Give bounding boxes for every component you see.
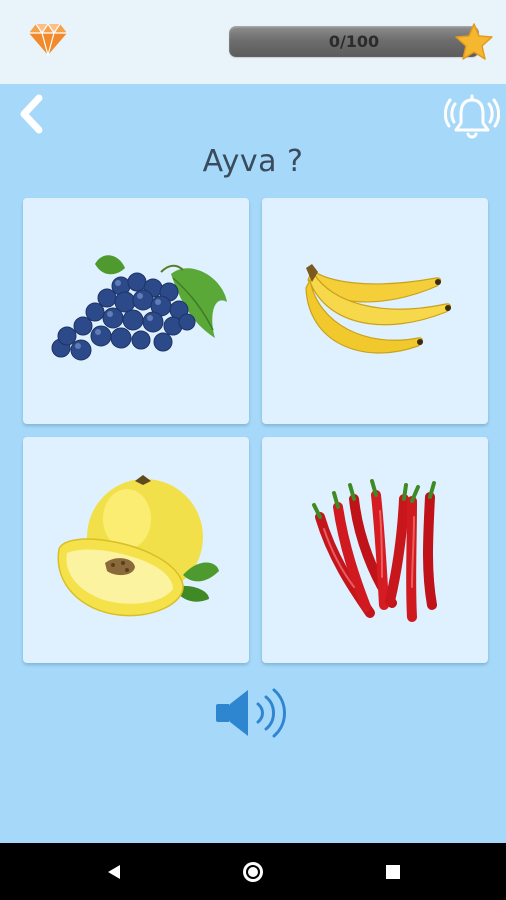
option-card-chili-peppers[interactable] xyxy=(262,437,488,663)
chili-peppers-image xyxy=(312,479,437,622)
top-bar: 0/100 xyxy=(0,0,506,84)
system-navigation-bar xyxy=(0,843,506,900)
home-circle-icon[interactable] xyxy=(238,857,268,887)
quince-image xyxy=(57,475,219,617)
score-progress-bar: 0/100 xyxy=(229,26,479,57)
question-text: Ayva ? xyxy=(202,144,304,179)
diamond-icon xyxy=(29,22,67,56)
recents-square-icon[interactable] xyxy=(378,857,408,887)
option-card-quince[interactable] xyxy=(23,437,249,663)
progress-label: 0/100 xyxy=(328,32,380,51)
star-icon xyxy=(455,23,493,60)
back-triangle-icon[interactable] xyxy=(100,857,130,887)
chevron-left-icon[interactable] xyxy=(14,92,48,136)
option-card-grapes[interactable] xyxy=(23,198,249,424)
quiz-screen: 0/100 Ayva ? xyxy=(0,0,506,900)
grapes-image xyxy=(51,255,227,361)
ringing-bell-icon[interactable] xyxy=(444,92,500,144)
option-card-bananas[interactable] xyxy=(262,198,488,424)
bananas-image xyxy=(305,264,452,354)
speaker-icon[interactable] xyxy=(212,684,294,742)
